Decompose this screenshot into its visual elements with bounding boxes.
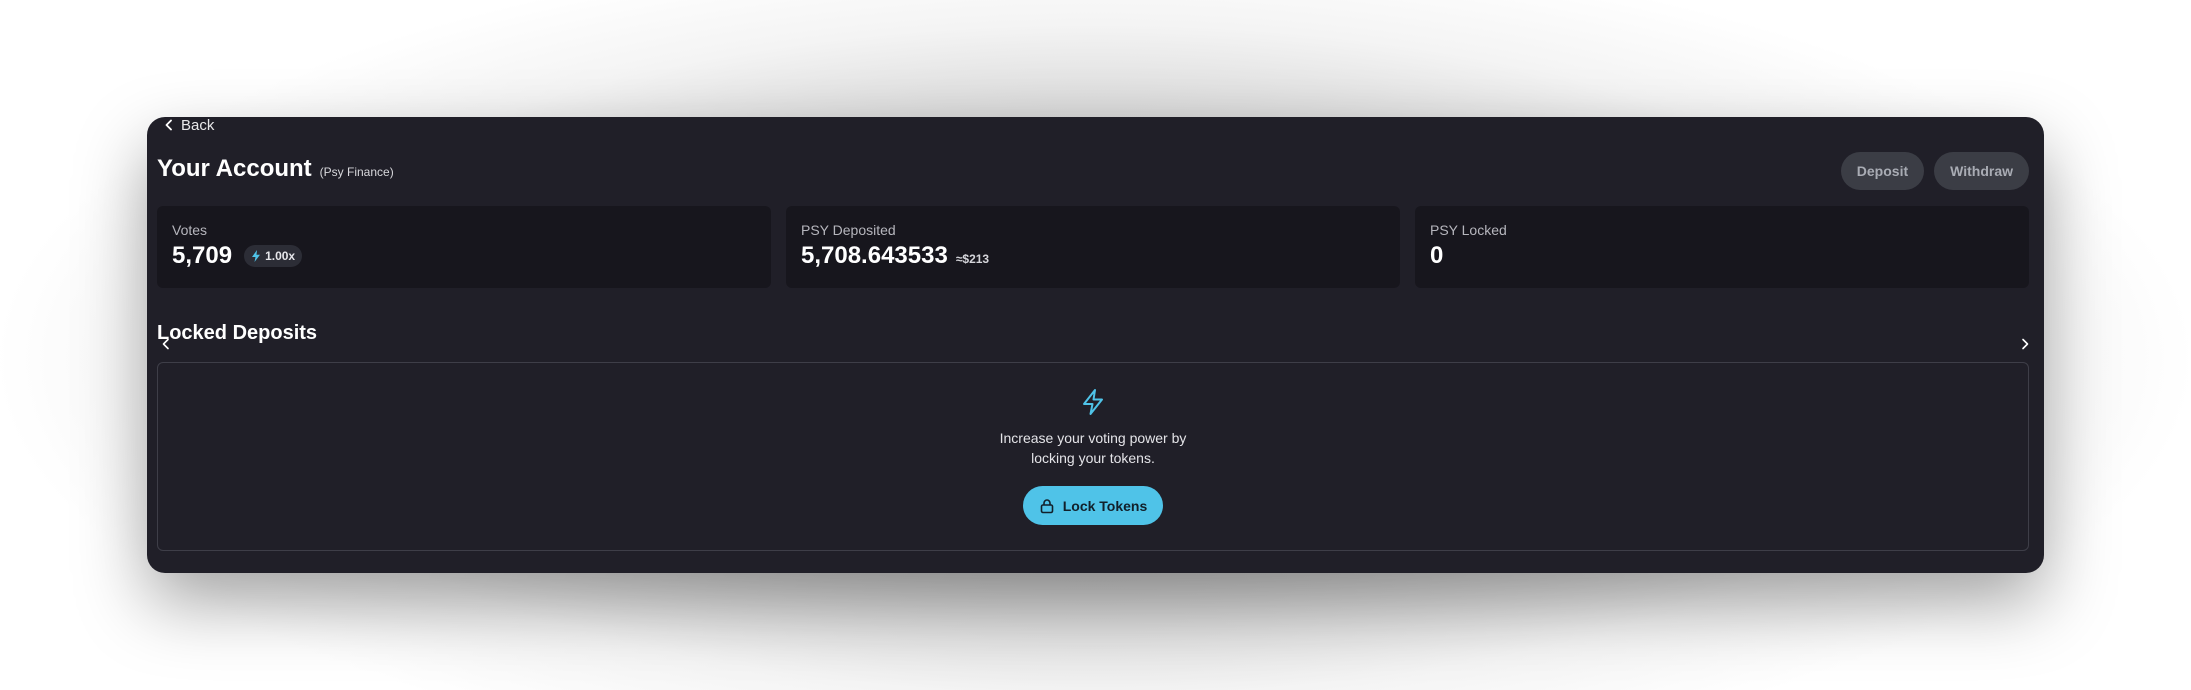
account-panel: Back Your Account (Psy Finance) Deposit … — [147, 117, 2044, 573]
lock-tokens-button[interactable]: Lock Tokens — [1022, 486, 1164, 525]
lightning-icon — [1083, 389, 1103, 415]
multiplier-badge: 1.00x — [244, 245, 303, 267]
chevron-left-icon — [162, 338, 169, 350]
votes-value: 5,709 — [172, 242, 233, 269]
page-header: Your Account (Psy Finance) — [157, 155, 394, 183]
stats-row: Votes 5,709 1.00x PSY Deposited 5,708.64… — [157, 206, 2029, 288]
empty-state-message: Increase your voting power by locking yo… — [999, 430, 1187, 466]
page-background: Back Your Account (Psy Finance) Deposit … — [0, 0, 2191, 690]
locked-label: PSY Locked — [1430, 222, 1507, 238]
page-title: Your Account — [157, 155, 312, 182]
carousel-next-button[interactable] — [2018, 337, 2032, 351]
header-actions: Deposit Withdraw — [1840, 152, 2029, 190]
multiplier-value: 1.00x — [265, 249, 296, 263]
lock-icon — [1040, 498, 1054, 513]
deposited-label: PSY Deposited — [801, 222, 896, 238]
withdraw-button[interactable]: Withdraw — [1934, 152, 2029, 190]
lightning-icon — [252, 250, 261, 262]
lock-tokens-label: Lock Tokens — [1062, 497, 1148, 514]
back-link[interactable]: Back — [163, 116, 215, 134]
chevron-right-icon — [2022, 338, 2029, 350]
locked-value: 0 — [1430, 242, 1444, 269]
deposited-usd-value: ≈$213 — [955, 252, 990, 266]
locked-card: PSY Locked 0 — [1415, 206, 2029, 288]
deposited-value: 5,708.643533 — [801, 242, 948, 269]
page-subtitle: (Psy Finance) — [319, 165, 394, 179]
carousel-prev-button[interactable] — [159, 337, 173, 351]
votes-card: Votes 5,709 1.00x — [157, 206, 771, 288]
deposited-card: PSY Deposited 5,708.643533 ≈$213 — [786, 206, 1400, 288]
chevron-left-icon — [165, 119, 172, 131]
deposit-button[interactable]: Deposit — [1840, 152, 1925, 190]
votes-label: Votes — [172, 222, 208, 238]
locked-deposits-empty-state: Increase your voting power by locking yo… — [157, 362, 2029, 551]
back-label: Back — [181, 116, 215, 134]
section-title: Locked Deposits — [157, 322, 318, 344]
